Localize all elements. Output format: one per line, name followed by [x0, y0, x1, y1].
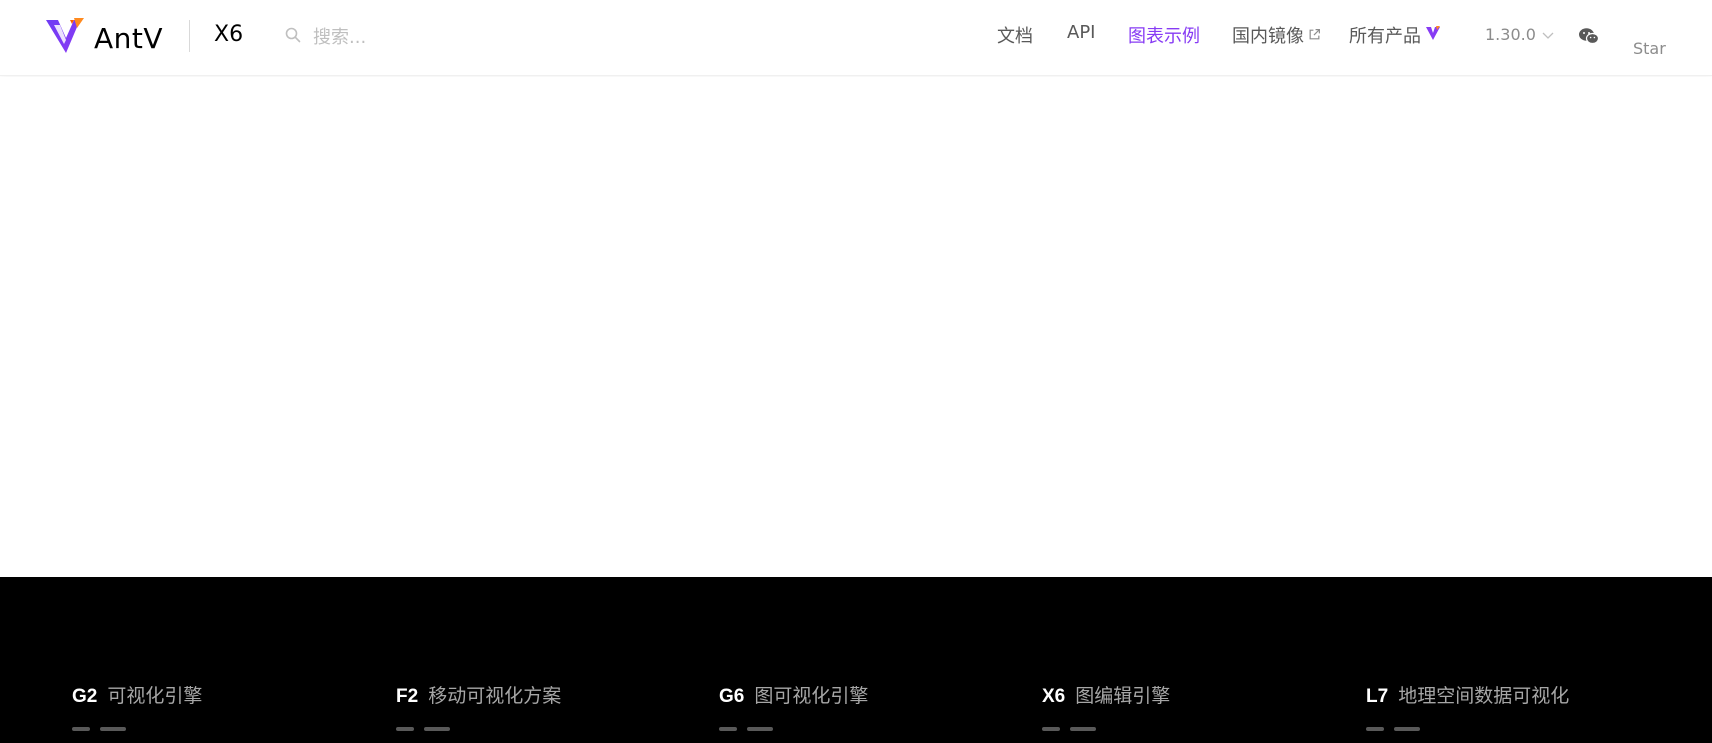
footer-sub-links-cutoff: [72, 727, 152, 743]
footer-product-name: F2: [396, 686, 419, 707]
logo-text: AntV: [94, 21, 164, 55]
footer-product-name: G2: [72, 686, 98, 707]
footer-product-desc: 图可视化引擎: [754, 685, 869, 707]
nav-mirror-label: 国内镜像: [1232, 26, 1304, 47]
nav-products-label: 所有产品: [1349, 26, 1421, 47]
footer-product[interactable]: G6 图可视化引擎: [719, 681, 868, 708]
github-star-button[interactable]: Star: [1633, 39, 1666, 58]
footer-product-desc: 地理空间数据可视化: [1398, 685, 1570, 707]
logo-divider: [189, 20, 190, 52]
nav-docs[interactable]: 文档: [997, 22, 1033, 48]
footer-product-desc: 图编辑引擎: [1075, 685, 1171, 707]
footer-sub-links-cutoff: [1042, 727, 1122, 743]
chevron-down-icon: [1536, 25, 1554, 44]
antv-home-link[interactable]: AntV: [44, 16, 164, 61]
top-navbar: AntV X6 文档 API 图表示例 国内镜像 所有产品 1.30.0: [0, 0, 1712, 76]
external-link-icon: [1304, 25, 1321, 46]
wechat-icon[interactable]: [1578, 27, 1600, 45]
main-content: [0, 77, 1712, 577]
footer-product[interactable]: X6 图编辑引擎: [1042, 681, 1170, 708]
version-select[interactable]: 1.30.0: [1485, 25, 1554, 44]
footer-product[interactable]: G2 可视化引擎: [72, 681, 202, 708]
nav-examples[interactable]: 图表示例: [1128, 22, 1200, 48]
footer-product[interactable]: L7 地理空间数据可视化: [1366, 681, 1569, 708]
footer-product[interactable]: F2 移动可视化方案: [396, 681, 561, 708]
footer-sub-links-cutoff: [719, 727, 799, 743]
search-input[interactable]: [313, 26, 513, 48]
version-value: 1.30.0: [1485, 25, 1536, 44]
nav-mirror[interactable]: 国内镜像: [1232, 22, 1321, 48]
antv-logo-icon: [44, 16, 88, 61]
antv-triangle-icon: [1421, 25, 1441, 46]
footer-product-name: L7: [1366, 686, 1389, 707]
footer-product-name: G6: [719, 686, 745, 707]
footer-product-name: X6: [1042, 686, 1066, 707]
product-name[interactable]: X6: [214, 22, 243, 47]
footer-product-desc: 可视化引擎: [107, 685, 203, 707]
footer-sub-links-cutoff: [396, 727, 476, 743]
footer: G2 可视化引擎 F2 移动可视化方案 G6 图可视化引擎 X6 图编辑引擎 L…: [0, 577, 1712, 743]
footer-sub-links-cutoff: [1366, 727, 1446, 743]
nav-api[interactable]: API: [1067, 22, 1095, 43]
footer-product-desc: 移动可视化方案: [428, 685, 562, 707]
search-box: [285, 24, 513, 50]
nav-all-products[interactable]: 所有产品: [1349, 22, 1441, 48]
search-icon: [285, 27, 301, 48]
